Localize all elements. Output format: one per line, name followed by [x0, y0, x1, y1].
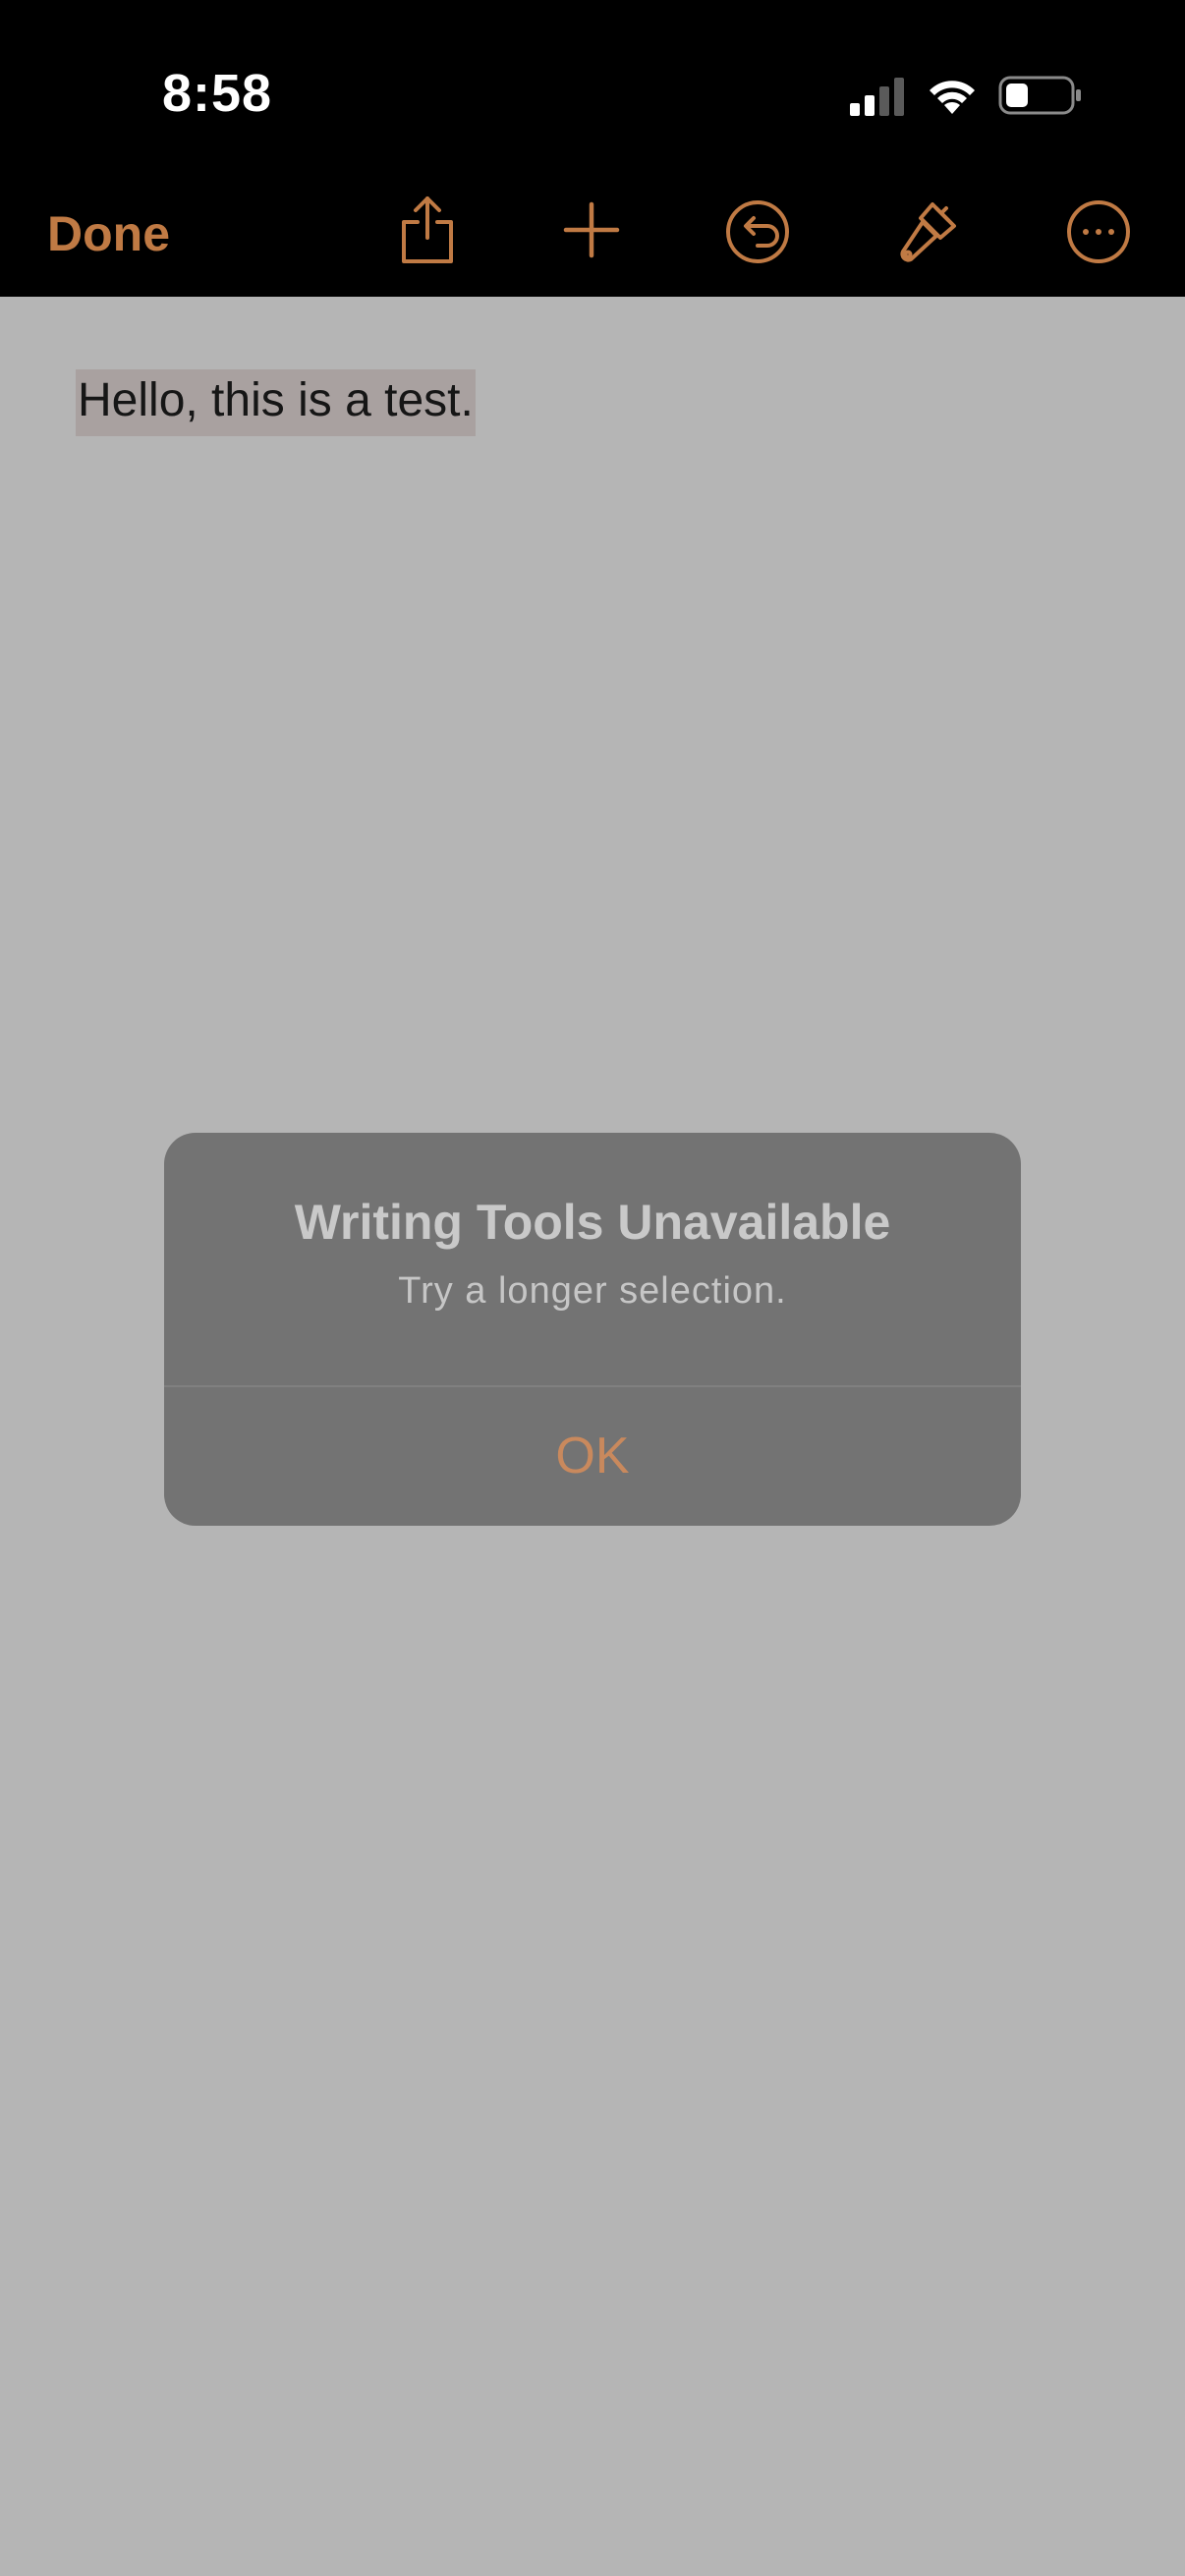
selected-text[interactable]: Hello, this is a test.	[76, 369, 476, 436]
add-icon[interactable]	[552, 191, 631, 269]
alert-title: Writing Tools Unavailable	[294, 1195, 891, 1250]
alert-message: Try a longer selection.	[398, 1270, 787, 1312]
undo-icon[interactable]	[718, 191, 797, 269]
ok-button[interactable]: OK	[164, 1387, 1021, 1526]
battery-icon	[998, 76, 1081, 115]
share-icon[interactable]	[388, 191, 467, 269]
cellular-signal-icon	[850, 78, 904, 116]
status-time: 8:58	[162, 64, 273, 123]
paintbrush-icon[interactable]	[889, 191, 968, 269]
more-icon[interactable]	[1059, 191, 1138, 269]
status-bar: 8:58	[0, 0, 1185, 187]
alert-dialog: Writing Tools Unavailable Try a longer s…	[164, 1133, 1021, 1526]
screen: 8:58 Done Hello, this is a test. Writing…	[0, 0, 1185, 2576]
done-button[interactable]: Done	[47, 204, 170, 263]
wifi-icon	[930, 81, 975, 114]
toolbar: Done	[0, 187, 1185, 297]
